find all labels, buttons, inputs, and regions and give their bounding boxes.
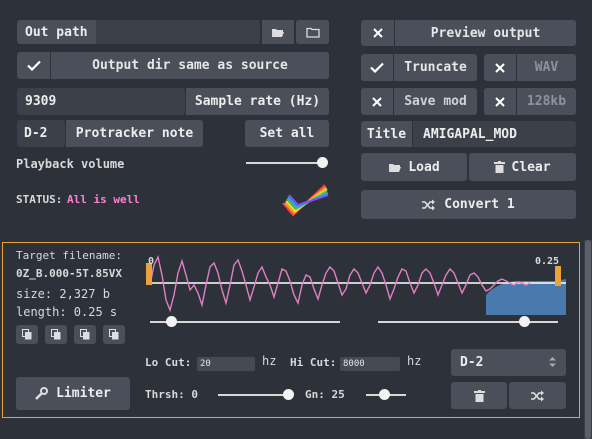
wave-right-slider[interactable] — [378, 321, 558, 323]
kb-label: 128kb — [517, 88, 576, 115]
close-icon — [484, 54, 517, 81]
clear-label: Clear — [511, 159, 551, 175]
copy-icon — [80, 329, 90, 340]
size-text: size: 2,327 b — [16, 287, 110, 301]
wave-right-knob[interactable] — [519, 316, 530, 327]
load-button[interactable]: Load — [361, 153, 467, 181]
trash-icon — [473, 389, 485, 402]
hi-cut-value: 8000 — [343, 359, 365, 369]
close-icon — [484, 88, 517, 115]
waveform-svg — [146, 254, 566, 315]
shuffle-button[interactable] — [509, 382, 566, 409]
lo-cut-unit: hz — [262, 354, 277, 368]
out-path-label: Out path — [17, 20, 96, 44]
save-mod-label: Save mod — [394, 88, 477, 115]
copy-button-4[interactable] — [103, 325, 125, 344]
check-icon — [361, 54, 394, 81]
hi-cut-label: Hi Cut: — [290, 356, 337, 369]
hi-cut-input[interactable]: 8000 — [340, 357, 400, 371]
load-label: Load — [408, 159, 440, 175]
threshold-knob[interactable] — [283, 389, 294, 400]
browse-folder-button[interactable] — [262, 20, 294, 44]
wav-toggle[interactable]: WAV — [484, 54, 576, 81]
wav-label: WAV — [517, 54, 576, 81]
copy-icon — [51, 329, 61, 340]
preview-output-label: Preview output — [395, 20, 576, 46]
note-input[interactable]: D-2 — [17, 120, 65, 147]
title-value: AMIGAPAL_MOD — [423, 126, 517, 142]
folder-icon — [305, 27, 320, 38]
playback-volume-label: Playback volume — [16, 157, 125, 171]
shuffle-icon — [530, 390, 545, 402]
same-as-source-label: Output dir same as source — [51, 52, 329, 79]
note-select[interactable]: D-2 — [451, 349, 566, 376]
wave-left-slider[interactable] — [150, 321, 340, 323]
convert-button[interactable]: Convert 1 — [361, 190, 576, 219]
folder-open-icon — [271, 27, 285, 38]
copy-button-1[interactable] — [16, 325, 38, 344]
truncate-toggle[interactable]: Truncate — [361, 54, 477, 81]
length-text: length: 0.25 s — [16, 305, 118, 319]
open-folder-button[interactable] — [296, 20, 329, 44]
wave-start-label: 0 — [148, 256, 155, 267]
same-as-source-toggle[interactable]: Output dir same as source — [17, 52, 329, 79]
note-value: D-2 — [24, 126, 48, 141]
wave-left-knob[interactable] — [166, 316, 177, 327]
wave-end-label: 0.25 — [535, 256, 560, 267]
copy-button-3[interactable] — [74, 325, 96, 344]
shuffle-icon — [422, 199, 436, 211]
hi-cut-unit: hz — [407, 354, 422, 368]
chevron-updown-icon — [549, 356, 556, 368]
playback-volume-slider[interactable] — [246, 162, 326, 164]
set-all-button[interactable]: Set all — [245, 120, 329, 147]
limiter-label: Limiter — [56, 386, 111, 401]
target-filename-label: Target filename: — [16, 249, 122, 262]
target-filename-value: 0Z_B.000-5T.85VX — [16, 267, 122, 280]
scrollbar-thumb[interactable] — [585, 240, 591, 439]
check-icon — [17, 52, 51, 79]
threshold-slider[interactable] — [218, 394, 292, 396]
copy-button-2[interactable] — [45, 325, 67, 344]
sample-rate-input[interactable]: 9309 — [17, 88, 185, 115]
title-label: Title — [361, 121, 412, 147]
lo-cut-label: Lo Cut: — [145, 356, 192, 369]
waveform-display[interactable] — [146, 254, 568, 315]
kb-toggle[interactable]: 128kb — [484, 88, 576, 115]
clear-button[interactable]: Clear — [469, 153, 576, 181]
wrench-icon — [35, 387, 49, 400]
close-icon — [361, 88, 394, 115]
playback-volume-knob[interactable] — [317, 157, 328, 168]
limiter-button[interactable]: Limiter — [16, 377, 130, 410]
gain-knob[interactable] — [379, 389, 390, 400]
copy-icon — [22, 329, 32, 340]
sample-rate-label: Sample rate (Hz) — [186, 88, 329, 115]
out-path-field[interactable]: Out path — [17, 20, 260, 44]
copy-icon — [109, 329, 119, 340]
close-icon — [361, 20, 395, 46]
status-text: All is well — [67, 193, 140, 206]
title-input[interactable]: AMIGAPAL_MOD — [413, 121, 576, 147]
delete-button[interactable] — [451, 382, 507, 409]
rainbow-check-icon — [281, 183, 329, 223]
note-select-value: D-2 — [460, 355, 484, 370]
folder-open-icon — [388, 162, 402, 173]
gain-label: Gn: 25 — [305, 388, 345, 401]
lo-cut-input[interactable]: 20 — [197, 357, 255, 371]
save-mod-toggle[interactable]: Save mod — [361, 88, 477, 115]
status-label: STATUS: — [16, 193, 63, 206]
convert-label: Convert 1 — [444, 197, 515, 212]
sample-rate-value: 9309 — [25, 94, 57, 109]
wave-end-marker[interactable] — [555, 266, 561, 286]
truncate-label: Truncate — [394, 54, 477, 81]
threshold-label: Thrsh: 0 — [145, 388, 198, 401]
protracker-note-label: Protracker note — [66, 120, 203, 147]
preview-output-toggle[interactable]: Preview output — [361, 20, 576, 46]
trash-icon — [494, 161, 506, 173]
lo-cut-value: 20 — [200, 359, 211, 369]
